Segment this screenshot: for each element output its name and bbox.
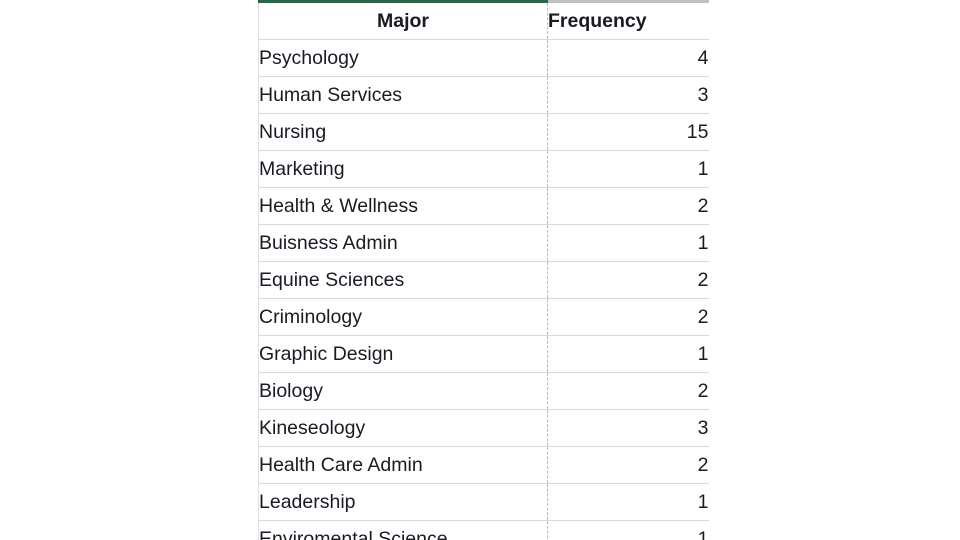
screenshot-canvas: Major Frequency Psychology 4 Human Service… bbox=[0, 0, 960, 540]
cell-major[interactable]: Biology bbox=[258, 372, 548, 410]
cell-frequency[interactable]: 4 bbox=[547, 39, 709, 77]
cell-frequency[interactable]: 15 bbox=[547, 113, 709, 151]
cell-frequency[interactable]: 1 bbox=[547, 520, 709, 540]
cell-major[interactable]: Marketing bbox=[258, 150, 548, 188]
cell-frequency[interactable]: 1 bbox=[547, 483, 709, 521]
cell-major[interactable]: Graphic Design bbox=[258, 335, 548, 373]
cell-major[interactable]: Equine Sciences bbox=[258, 261, 548, 299]
table-row: Equine Sciences 2 bbox=[258, 261, 709, 299]
cell-frequency[interactable]: 3 bbox=[547, 409, 709, 447]
cell-frequency[interactable]: 2 bbox=[547, 187, 709, 225]
table-row: Enviromental Science 1 bbox=[258, 520, 709, 540]
table-row: Buisness Admin 1 bbox=[258, 224, 709, 262]
column-header-frequency[interactable]: Frequency bbox=[547, 0, 709, 40]
table-row: Nursing 15 bbox=[258, 113, 709, 151]
table-row: Health Care Admin 2 bbox=[258, 446, 709, 484]
column-header-major[interactable]: Major bbox=[258, 0, 548, 40]
cell-major[interactable]: Kineseology bbox=[258, 409, 548, 447]
cell-major[interactable]: Human Services bbox=[258, 76, 548, 114]
table-header-row: Major Frequency bbox=[258, 0, 709, 40]
table-header: Major Frequency bbox=[258, 0, 709, 40]
table-row: Criminology 2 bbox=[258, 298, 709, 336]
frequency-table: Major Frequency Psychology 4 Human Service… bbox=[258, 0, 709, 540]
table-row: Graphic Design 1 bbox=[258, 335, 709, 373]
table-row: Marketing 1 bbox=[258, 150, 709, 188]
cell-frequency[interactable]: 2 bbox=[547, 261, 709, 299]
cell-major[interactable]: Leadership bbox=[258, 483, 548, 521]
cell-frequency[interactable]: 3 bbox=[547, 76, 709, 114]
table-row: Kineseology 3 bbox=[258, 409, 709, 447]
cell-frequency[interactable]: 1 bbox=[547, 335, 709, 373]
cell-frequency[interactable]: 1 bbox=[547, 224, 709, 262]
cell-major[interactable]: Psychology bbox=[258, 39, 548, 77]
table-row: Psychology 4 bbox=[258, 39, 709, 77]
table-row: Health & Wellness 2 bbox=[258, 187, 709, 225]
cell-frequency[interactable]: 2 bbox=[547, 446, 709, 484]
cell-major[interactable]: Health Care Admin bbox=[258, 446, 548, 484]
cell-major[interactable]: Nursing bbox=[258, 113, 548, 151]
cell-major[interactable]: Buisness Admin bbox=[258, 224, 548, 262]
table-row: Human Services 3 bbox=[258, 76, 709, 114]
cell-major[interactable]: Health & Wellness bbox=[258, 187, 548, 225]
cell-major[interactable]: Criminology bbox=[258, 298, 548, 336]
cell-major[interactable]: Enviromental Science bbox=[258, 520, 548, 540]
table-body: Psychology 4 Human Services 3 Nursing 15 Marke… bbox=[258, 39, 709, 540]
table-row: Biology 2 bbox=[258, 372, 709, 410]
cell-frequency[interactable]: 2 bbox=[547, 298, 709, 336]
cell-frequency[interactable]: 1 bbox=[547, 150, 709, 188]
cell-frequency[interactable]: 2 bbox=[547, 372, 709, 410]
table-row: Leadership 1 bbox=[258, 483, 709, 521]
